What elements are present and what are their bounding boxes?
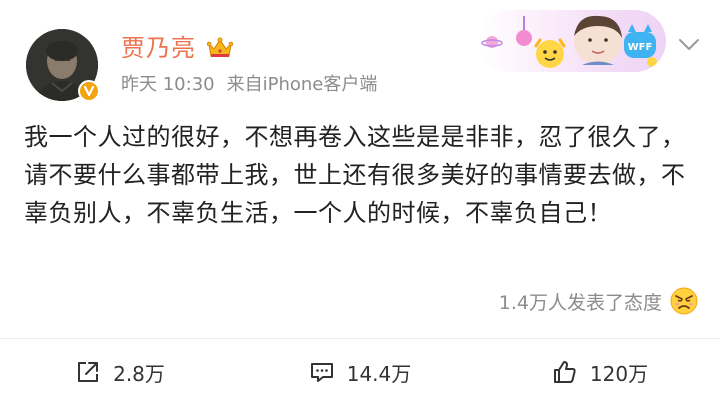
post-source[interactable]: 来自iPhone客户端	[227, 74, 378, 95]
reactions-summary[interactable]: 1.4万人发表了态度	[499, 287, 698, 315]
like-count: 120万	[589, 361, 649, 386]
post-meta: 昨天 10:30 来自iPhone客户端	[121, 73, 377, 97]
action-bar: 2.8万 14.4万 120万	[0, 339, 720, 405]
comment-icon	[310, 363, 333, 382]
repost-count: 2.8万	[113, 361, 165, 386]
decoration-illustration: WFF	[481, 15, 657, 68]
angry-face-icon	[670, 287, 698, 315]
username-link[interactable]: 贾乃亮	[121, 33, 196, 63]
verified-v-icon	[78, 80, 100, 102]
more-options-button[interactable]	[676, 34, 702, 56]
share-icon	[78, 362, 99, 382]
chevron-down-icon	[679, 39, 699, 50]
post-body-text: 我一个人过的很好，不想再卷入这些是是非非，忍了很久了，请不要什么事都带上我，世上…	[24, 123, 686, 227]
comment-button[interactable]: 14.4万	[240, 339, 480, 405]
reactions-count-text: 1.4万人发表了态度	[498, 291, 662, 314]
comment-count: 14.4万	[346, 361, 412, 386]
thumbs-up-icon	[553, 361, 576, 383]
wff-badge-text: WFF	[628, 42, 653, 53]
like-button[interactable]: 120万	[480, 339, 720, 405]
repost-button[interactable]: 2.8万	[0, 339, 240, 405]
crown-icon[interactable]	[207, 36, 233, 60]
card-decoration-banner[interactable]: WFF	[478, 10, 666, 72]
weibo-post-card: 贾乃亮 昨天 10:30 来自iPhone客户端 WFF 我一个人过的很好，不想…	[0, 0, 720, 405]
post-time: 昨天 10:30	[121, 74, 215, 95]
